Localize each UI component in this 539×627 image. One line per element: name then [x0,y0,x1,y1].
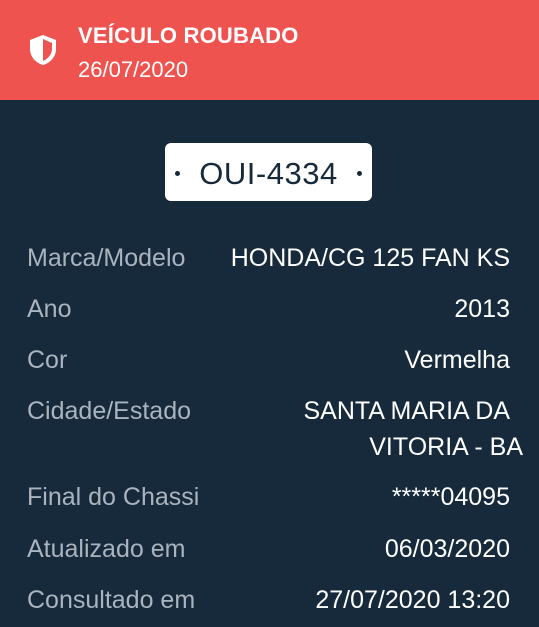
value-consultado: 27/07/2020 13:20 [315,586,510,614]
alert-date: 26/07/2020 [78,57,189,82]
label-cor: Cor [27,346,68,374]
label-consultado: Consultado em [27,586,196,614]
stolen-alert-banner: VEÍCULO ROUBADO 26/07/2020 [0,0,539,100]
value-ano: 2013 [454,295,510,323]
plate-bolt-right [357,171,362,176]
value-cidade-estado-line2: VITORIA - BA [369,433,523,461]
value-cidade-estado-line1: SANTA MARIA DA [303,397,510,425]
label-cidade-estado: Cidade/Estado [27,397,192,425]
label-atualizado: Atualizado em [27,535,186,563]
value-cor: Vermelha [404,346,510,374]
value-atualizado: 06/03/2020 [384,535,510,563]
label-marca-modelo: Marca/Modelo [27,244,186,272]
alert-title: VEÍCULO ROUBADO [78,23,299,48]
value-final-chassi: *****04095 [391,483,510,511]
label-final-chassi: Final do Chassi [27,483,200,511]
shield-icon [30,35,56,65]
plate-number: OUI-4334 [199,156,338,191]
license-plate: OUI-4334 [165,143,372,201]
value-marca-modelo: HONDA/CG 125 FAN KS [230,244,510,272]
label-ano: Ano [27,295,72,323]
